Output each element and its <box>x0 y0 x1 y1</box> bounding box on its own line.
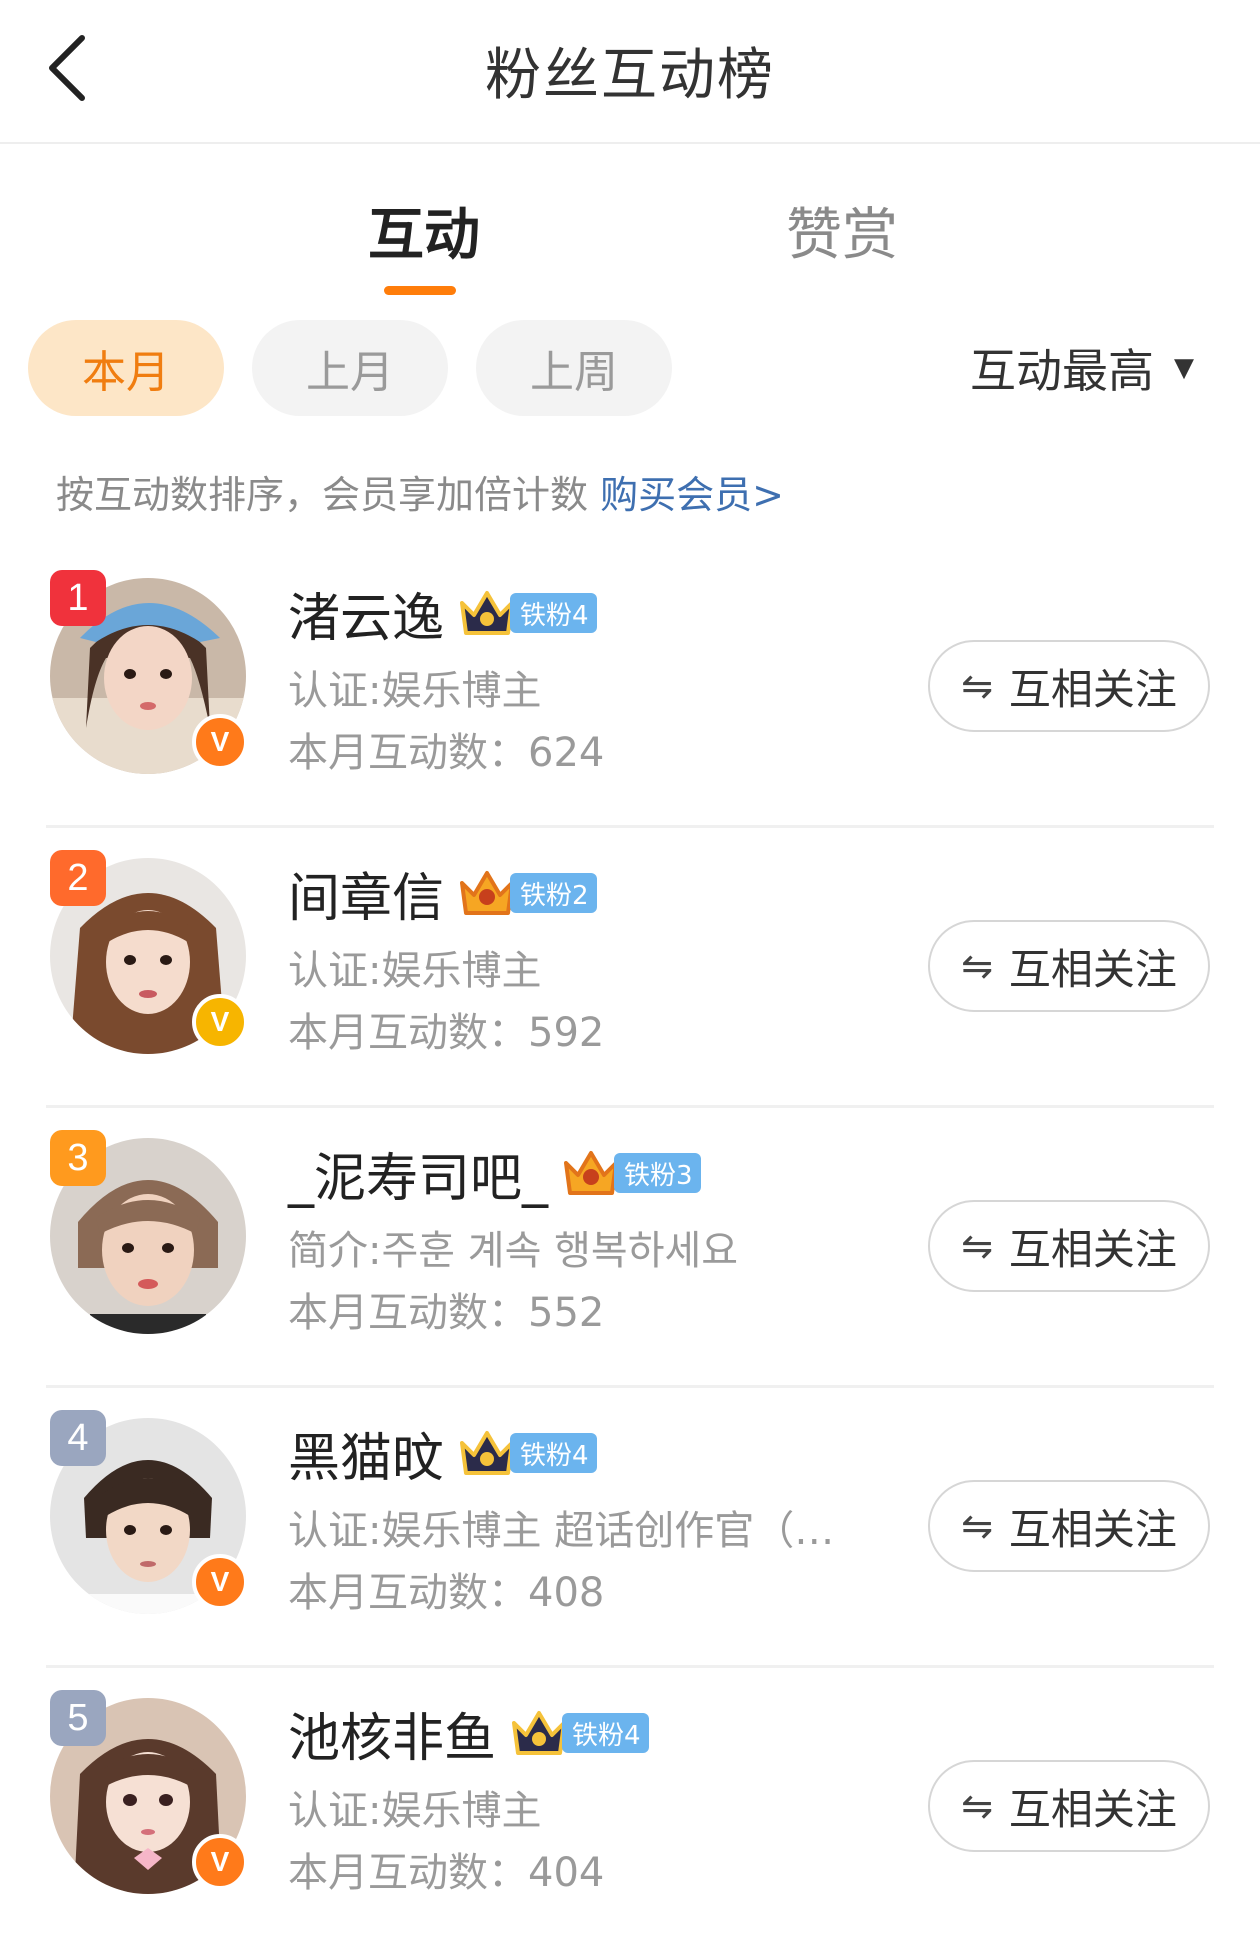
mutual-arrows-icon: ⇋ <box>961 944 993 988</box>
user-name[interactable]: 黑猫旼 <box>288 1416 444 1491</box>
interaction-count: 本月互动数：408 <box>288 1570 605 1616</box>
list-item[interactable]: 1 V 渚云逸 铁粉4 认证:娱乐博主 本月互动数：624 ⇋ 互相关注 <box>0 548 1260 828</box>
user-description: 认证:娱乐博主 <box>288 1788 542 1834</box>
name-line: 池核非鱼 铁粉4 <box>288 1700 649 1769</box>
fan-level-label: 铁粉4 <box>562 1713 649 1753</box>
rank-badge: 4 <box>50 1410 106 1466</box>
name-line: 间章信 铁粉2 <box>288 860 597 929</box>
crown-icon <box>564 1151 619 1195</box>
rank-badge: 3 <box>50 1130 106 1186</box>
tab-interaction[interactable]: 互动 <box>368 190 480 271</box>
buy-membership-link[interactable]: 购买会员> <box>600 473 784 517</box>
fan-level-badge: 铁粉4 <box>510 1707 649 1759</box>
mutual-arrows-icon: ⇋ <box>961 664 993 708</box>
name-line: 黑猫旼 铁粉4 <box>288 1420 597 1489</box>
crown-icon <box>460 1431 515 1475</box>
mutual-follow-button[interactable]: ⇋ 互相关注 <box>928 1200 1210 1292</box>
rank-badge: 2 <box>50 850 106 906</box>
user-description: 认证:娱乐博主 <box>288 668 542 714</box>
user-description: 认证:娱乐博主 <box>288 948 542 994</box>
mutual-arrows-icon: ⇋ <box>961 1224 993 1268</box>
fan-level-badge: 铁粉3 <box>562 1147 701 1199</box>
follow-label: 互相关注 <box>1008 1504 1177 1554</box>
period-this-month-chip[interactable]: 本月 <box>28 320 224 416</box>
user-description: 认证:娱乐博主 超话创作官（… <box>288 1508 835 1554</box>
interaction-count: 本月互动数：624 <box>288 730 605 776</box>
list-item[interactable]: 5 V 池核非鱼 铁粉4 认证:娱乐博主 本月互动数：404 ⇋ 互相关注 <box>0 1668 1260 1948</box>
verified-badge: V <box>192 994 248 1050</box>
fan-level-badge: 铁粉2 <box>458 867 597 919</box>
page-title: 粉丝互动榜 <box>485 43 775 108</box>
list-item[interactable]: 2 V 间章信 铁粉2 认证:娱乐博主 本月互动数：592 ⇋ 互相关注 <box>0 828 1260 1108</box>
user-name[interactable]: 渚云逸 <box>288 576 444 651</box>
crown-icon <box>460 591 515 635</box>
crown-icon <box>460 871 515 915</box>
mutual-follow-button[interactable]: ⇋ 互相关注 <box>928 1480 1210 1572</box>
period-last-month-chip[interactable]: 上月 <box>252 320 448 416</box>
user-name[interactable]: _泥寿司吧_ <box>288 1136 548 1211</box>
rank-badge: 1 <box>50 570 106 626</box>
mutual-follow-button[interactable]: ⇋ 互相关注 <box>928 920 1210 1012</box>
follow-label: 互相关注 <box>1008 1784 1177 1834</box>
name-line: 渚云逸 铁粉4 <box>288 580 597 649</box>
follow-label: 互相关注 <box>1008 1224 1177 1274</box>
follow-label: 互相关注 <box>1008 944 1177 994</box>
sort-label: 互动最高 <box>970 344 1154 398</box>
fan-level-label: 铁粉4 <box>510 593 597 633</box>
verified-badge: V <box>192 1554 248 1610</box>
mutual-follow-button[interactable]: ⇋ 互相关注 <box>928 1760 1210 1852</box>
crown-icon <box>512 1711 567 1755</box>
verified-badge: V <box>192 1834 248 1890</box>
hint-text: 按互动数排序，会员享加倍计数 <box>56 473 601 517</box>
mutual-follow-button[interactable]: ⇋ 互相关注 <box>928 640 1210 732</box>
mutual-arrows-icon: ⇋ <box>961 1504 993 1548</box>
fan-level-label: 铁粉3 <box>614 1153 701 1193</box>
period-last-week-chip[interactable]: 上周 <box>476 320 672 416</box>
user-name[interactable]: 池核非鱼 <box>288 1696 496 1771</box>
top-bar: 粉丝互动榜 <box>0 0 1260 144</box>
verified-badge: V <box>192 714 248 770</box>
caret-down-icon: ▼ <box>1174 353 1194 383</box>
name-line: _泥寿司吧_ 铁粉3 <box>288 1140 701 1209</box>
fan-level-badge: 铁粉4 <box>458 587 597 639</box>
user-description: 简介:주훈 계속 행복하세요 <box>288 1228 739 1274</box>
follow-label: 互相关注 <box>1008 664 1177 714</box>
sort-dropdown[interactable]: 互动最高 ▼ <box>970 336 1194 400</box>
list-item[interactable]: 4 V 黑猫旼 铁粉4 认证:娱乐博主 超话创作官（… 本月互动数：408 ⇋ … <box>0 1388 1260 1668</box>
list-item[interactable]: 3 _泥寿司吧_ 铁粉3 简介:주훈 계속 행복하세요 本月互动数：552 ⇋ … <box>0 1108 1260 1388</box>
interaction-count: 本月互动数：404 <box>288 1850 605 1896</box>
fan-level-label: 铁粉2 <box>510 873 597 913</box>
rank-badge: 5 <box>50 1690 106 1746</box>
fan-level-badge: 铁粉4 <box>458 1427 597 1479</box>
mutual-arrows-icon: ⇋ <box>961 1784 993 1828</box>
sort-hint: 按互动数排序，会员享加倍计数 购买会员> <box>56 464 784 519</box>
fan-level-label: 铁粉4 <box>510 1433 597 1473</box>
interaction-count: 本月互动数：552 <box>288 1290 605 1336</box>
active-tab-indicator <box>384 286 456 295</box>
user-name[interactable]: 间章信 <box>288 856 444 931</box>
tab-reward[interactable]: 赞赏 <box>786 190 898 271</box>
interaction-count: 本月互动数：592 <box>288 1010 605 1056</box>
